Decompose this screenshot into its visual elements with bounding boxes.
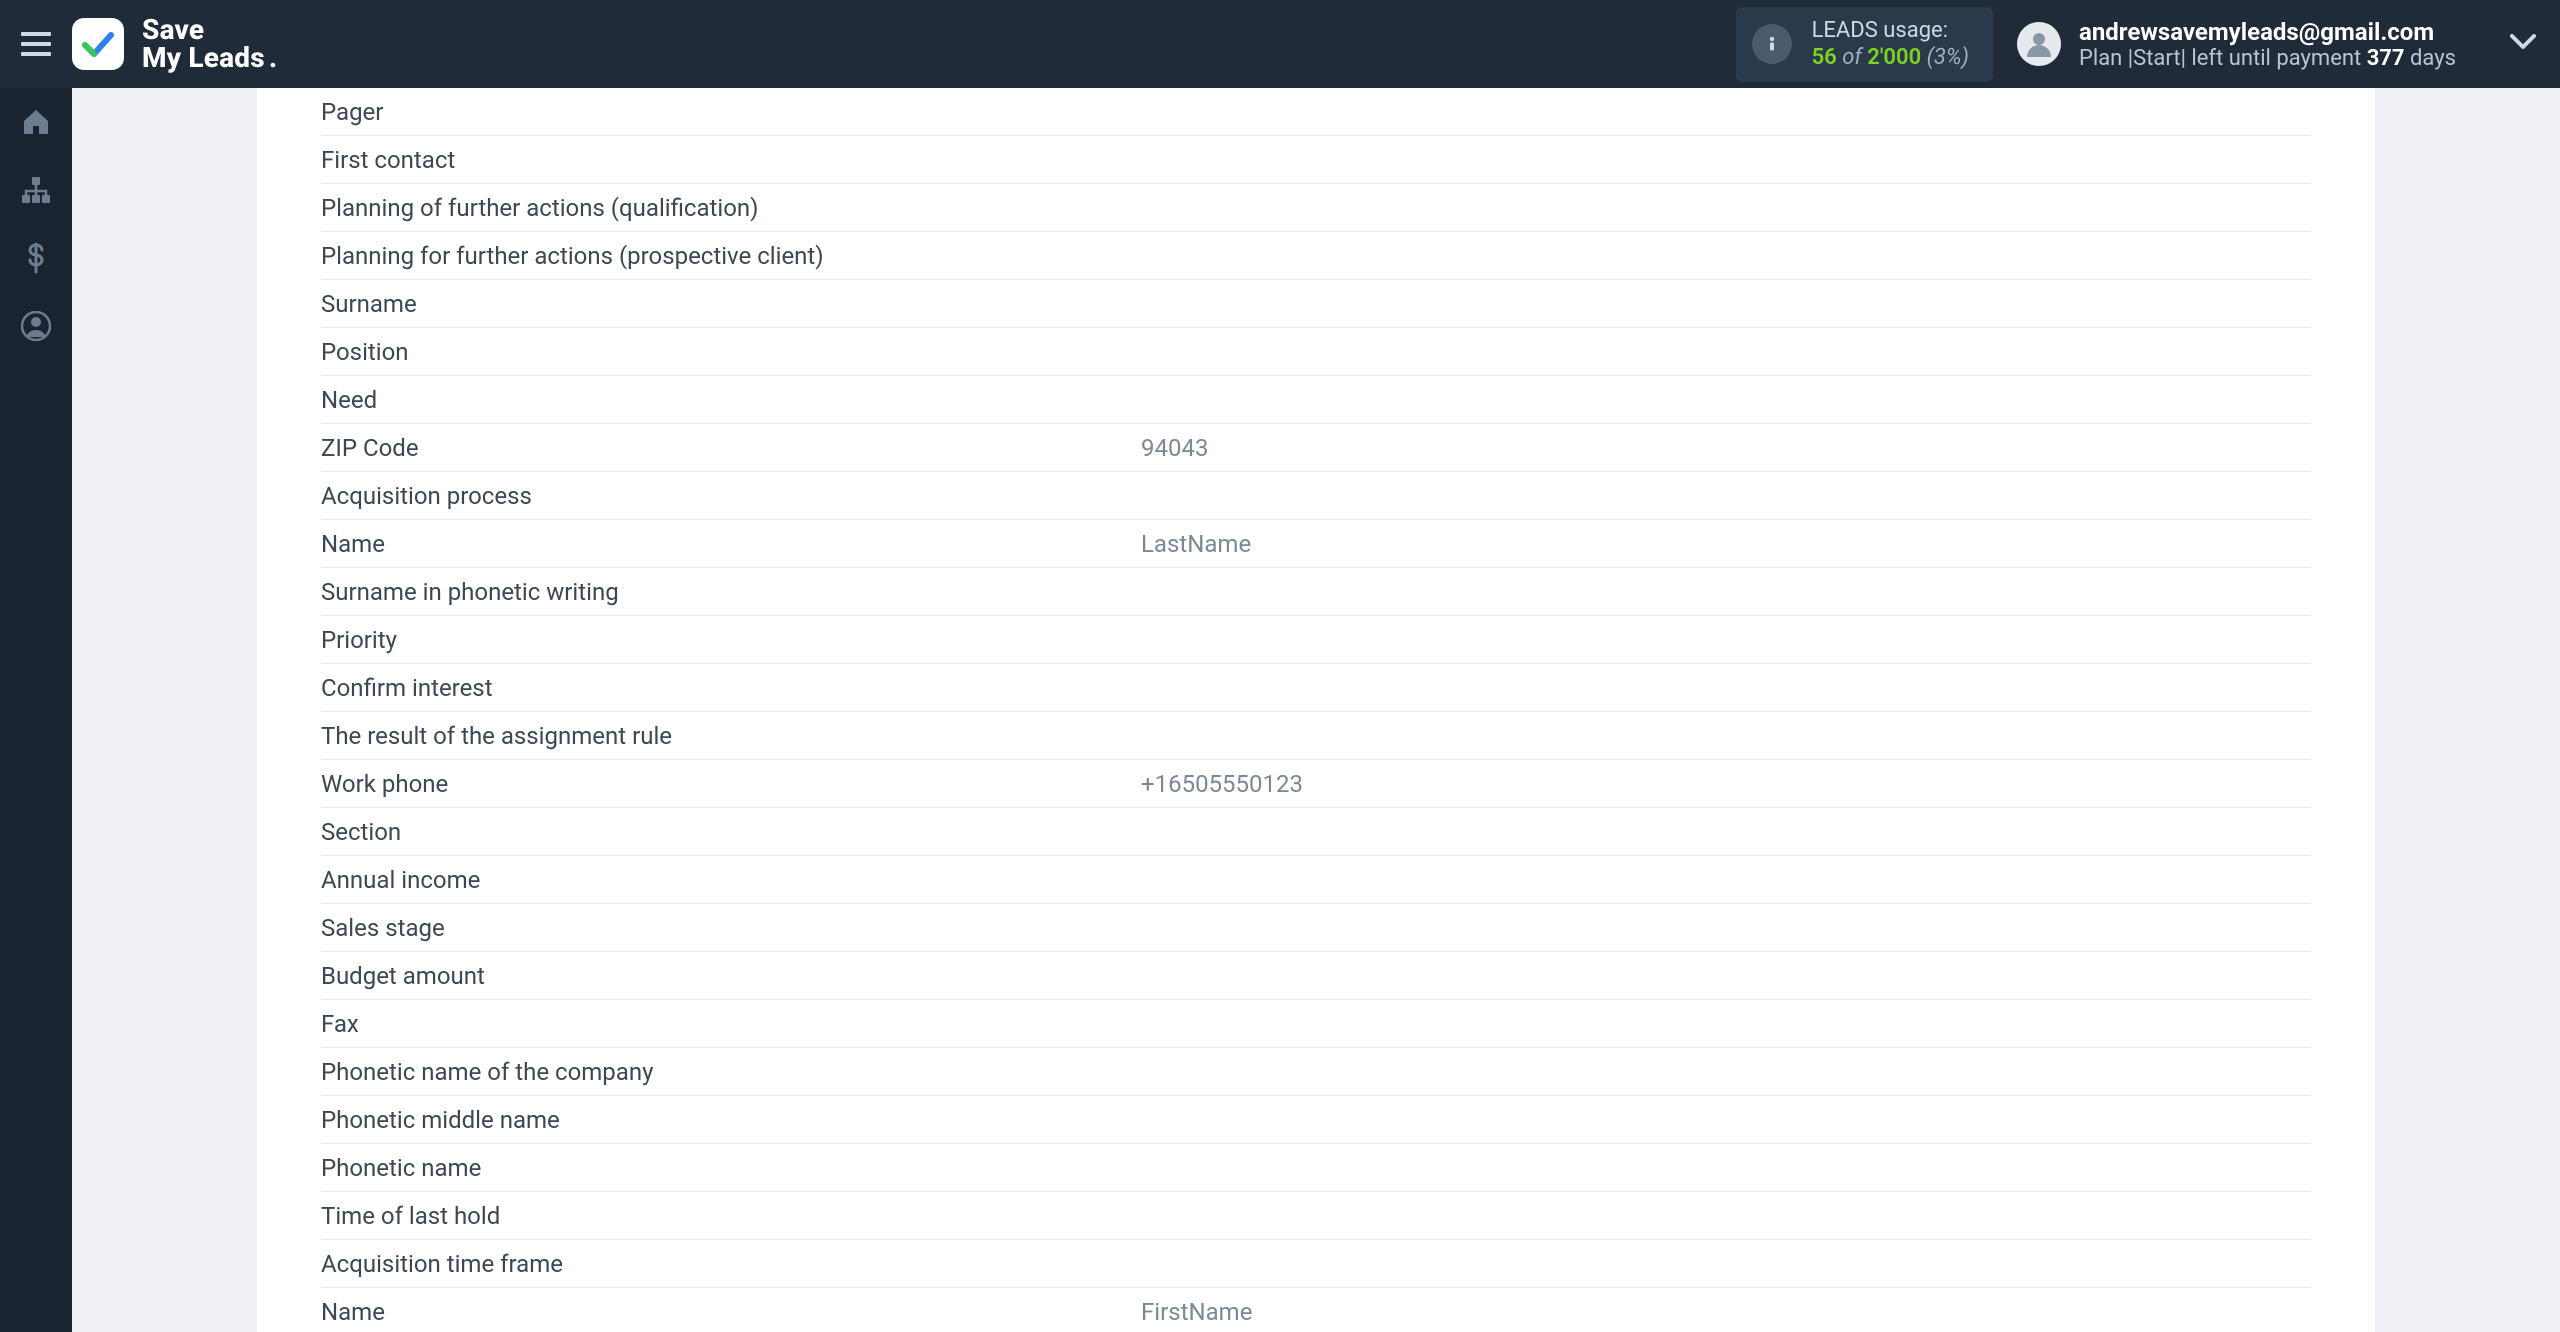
field-row[interactable]: Surname in phonetic writing	[321, 568, 2311, 616]
field-row[interactable]: NameFirstName	[321, 1288, 2311, 1332]
field-list: Pager First contact Planning of further ac…	[257, 88, 2375, 1332]
user-menu-caret[interactable]	[2510, 34, 2536, 54]
brand-dot: .	[269, 41, 278, 74]
field-label: Phonetic name	[321, 1154, 1141, 1182]
field-row[interactable]: Planning for further actions (prospectiv…	[321, 232, 2311, 280]
usage-line2: 56 of 2'000 (3%)	[1812, 44, 1969, 72]
field-value: FirstName	[1141, 1298, 2311, 1326]
field-label: Annual income	[321, 866, 1141, 894]
plan-name: Start	[2133, 46, 2180, 71]
field-value: LastName	[1141, 530, 2311, 558]
field-label: Pager	[321, 98, 1141, 126]
field-row[interactable]: Annual income	[321, 856, 2311, 904]
user-lines: andrewsavemyleads@gmail.com Plan |Start|…	[2079, 18, 2456, 71]
plan-middle: | left until payment	[2181, 46, 2367, 71]
usage-limit: 2'000	[1867, 45, 1921, 70]
card: Pager First contact Planning of further ac…	[257, 88, 2375, 1332]
field-row[interactable]: Pager	[321, 88, 2311, 136]
person-icon	[2024, 29, 2054, 59]
field-row[interactable]: Planning of further actions (qualificati…	[321, 184, 2311, 232]
field-label: Budget amount	[321, 962, 1141, 990]
brand-text: Save My Leads.	[142, 16, 277, 72]
field-row[interactable]: Phonetic middle name	[321, 1096, 2311, 1144]
field-label: Phonetic name of the company	[321, 1058, 1141, 1086]
field-label: Position	[321, 338, 1141, 366]
field-label: Acquisition time frame	[321, 1250, 1141, 1278]
field-row[interactable]: Budget amount	[321, 952, 2311, 1000]
field-label: Work phone	[321, 770, 1141, 798]
sitemap-icon	[20, 175, 52, 205]
field-label: Sales stage	[321, 914, 1141, 942]
usage-current: 56	[1812, 45, 1837, 70]
user-email: andrewsavemyleads@gmail.com	[2079, 18, 2456, 46]
field-row[interactable]: Fax	[321, 1000, 2311, 1048]
usage-of: of	[1842, 45, 1862, 70]
brand-line2: My Leads	[142, 41, 265, 74]
field-row[interactable]: ZIP Code94043	[321, 424, 2311, 472]
field-label: First contact	[321, 146, 1141, 174]
field-label: Planning of further actions (qualificati…	[321, 194, 1141, 222]
field-row[interactable]: Need	[321, 376, 2311, 424]
field-label: Surname in phonetic writing	[321, 578, 1141, 606]
field-label: Time of last hold	[321, 1202, 1141, 1230]
field-label: Name	[321, 1298, 1141, 1326]
usage-label: LEADS usage:	[1812, 17, 1969, 45]
field-label: Surname	[321, 290, 1141, 318]
field-row[interactable]: Work phone+16505550123	[321, 760, 2311, 808]
field-value: 94043	[1141, 434, 2311, 462]
plan-prefix: Plan |	[2079, 46, 2133, 71]
field-label: Name	[321, 530, 1141, 558]
field-label: Fax	[321, 1010, 1141, 1038]
hamburger-menu-button[interactable]	[0, 0, 72, 88]
field-row[interactable]: Confirm interest	[321, 664, 2311, 712]
home-icon	[21, 107, 51, 137]
field-row[interactable]: Phonetic name	[321, 1144, 2311, 1192]
field-row[interactable]: Phonetic name of the company	[321, 1048, 2311, 1096]
chevron-down-icon	[2510, 34, 2536, 50]
field-label: Phonetic middle name	[321, 1106, 1141, 1134]
field-row[interactable]: First contact	[321, 136, 2311, 184]
avatar	[2017, 22, 2061, 66]
dollar-icon	[26, 242, 46, 274]
field-label: Need	[321, 386, 1141, 414]
sidebar-item-integrations[interactable]	[0, 156, 72, 224]
usage-pct: (3%)	[1927, 45, 1969, 70]
field-value: +16505550123	[1141, 770, 2311, 798]
field-row[interactable]: Sales stage	[321, 904, 2311, 952]
field-label: The result of the assignment rule	[321, 722, 1141, 750]
field-row[interactable]: Position	[321, 328, 2311, 376]
field-row[interactable]: Time of last hold	[321, 1192, 2311, 1240]
usage-text: LEADS usage: 56 of 2'000 (3%)	[1812, 17, 1969, 72]
content: Pager First contact Planning of further ac…	[72, 88, 2560, 1332]
plan-days: 377	[2367, 46, 2405, 71]
field-label: Acquisition process	[321, 482, 1141, 510]
user-circle-icon	[21, 311, 51, 341]
plan-suffix: days	[2405, 46, 2456, 71]
field-row[interactable]: Section	[321, 808, 2311, 856]
top-bar: Save My Leads. LEADS usage: 56 of 2'000 …	[0, 0, 2560, 88]
sidebar-item-account[interactable]	[0, 292, 72, 360]
field-row[interactable]: Surname	[321, 280, 2311, 328]
plan-line: Plan |Start| left until payment 377 days	[2079, 46, 2456, 71]
field-label: Confirm interest	[321, 674, 1141, 702]
field-row[interactable]: NameLastName	[321, 520, 2311, 568]
sidebar-item-home[interactable]	[0, 88, 72, 156]
info-icon	[1752, 24, 1792, 64]
field-label: ZIP Code	[321, 434, 1141, 462]
field-row[interactable]: Acquisition process	[321, 472, 2311, 520]
checkmark-icon	[81, 27, 115, 61]
field-row[interactable]: The result of the assignment rule	[321, 712, 2311, 760]
sidebar	[0, 88, 72, 1332]
field-row[interactable]: Priority	[321, 616, 2311, 664]
logo-mark	[72, 18, 124, 70]
user-menu[interactable]: andrewsavemyleads@gmail.com Plan |Start|…	[2017, 18, 2536, 71]
usage-card[interactable]: LEADS usage: 56 of 2'000 (3%)	[1736, 7, 1993, 82]
field-label: Section	[321, 818, 1141, 846]
field-label: Planning for further actions (prospectiv…	[321, 242, 1141, 270]
field-row[interactable]: Acquisition time frame	[321, 1240, 2311, 1288]
brand[interactable]: Save My Leads.	[72, 16, 277, 72]
hamburger-icon	[21, 32, 51, 56]
sidebar-item-billing[interactable]	[0, 224, 72, 292]
field-label: Priority	[321, 626, 1141, 654]
